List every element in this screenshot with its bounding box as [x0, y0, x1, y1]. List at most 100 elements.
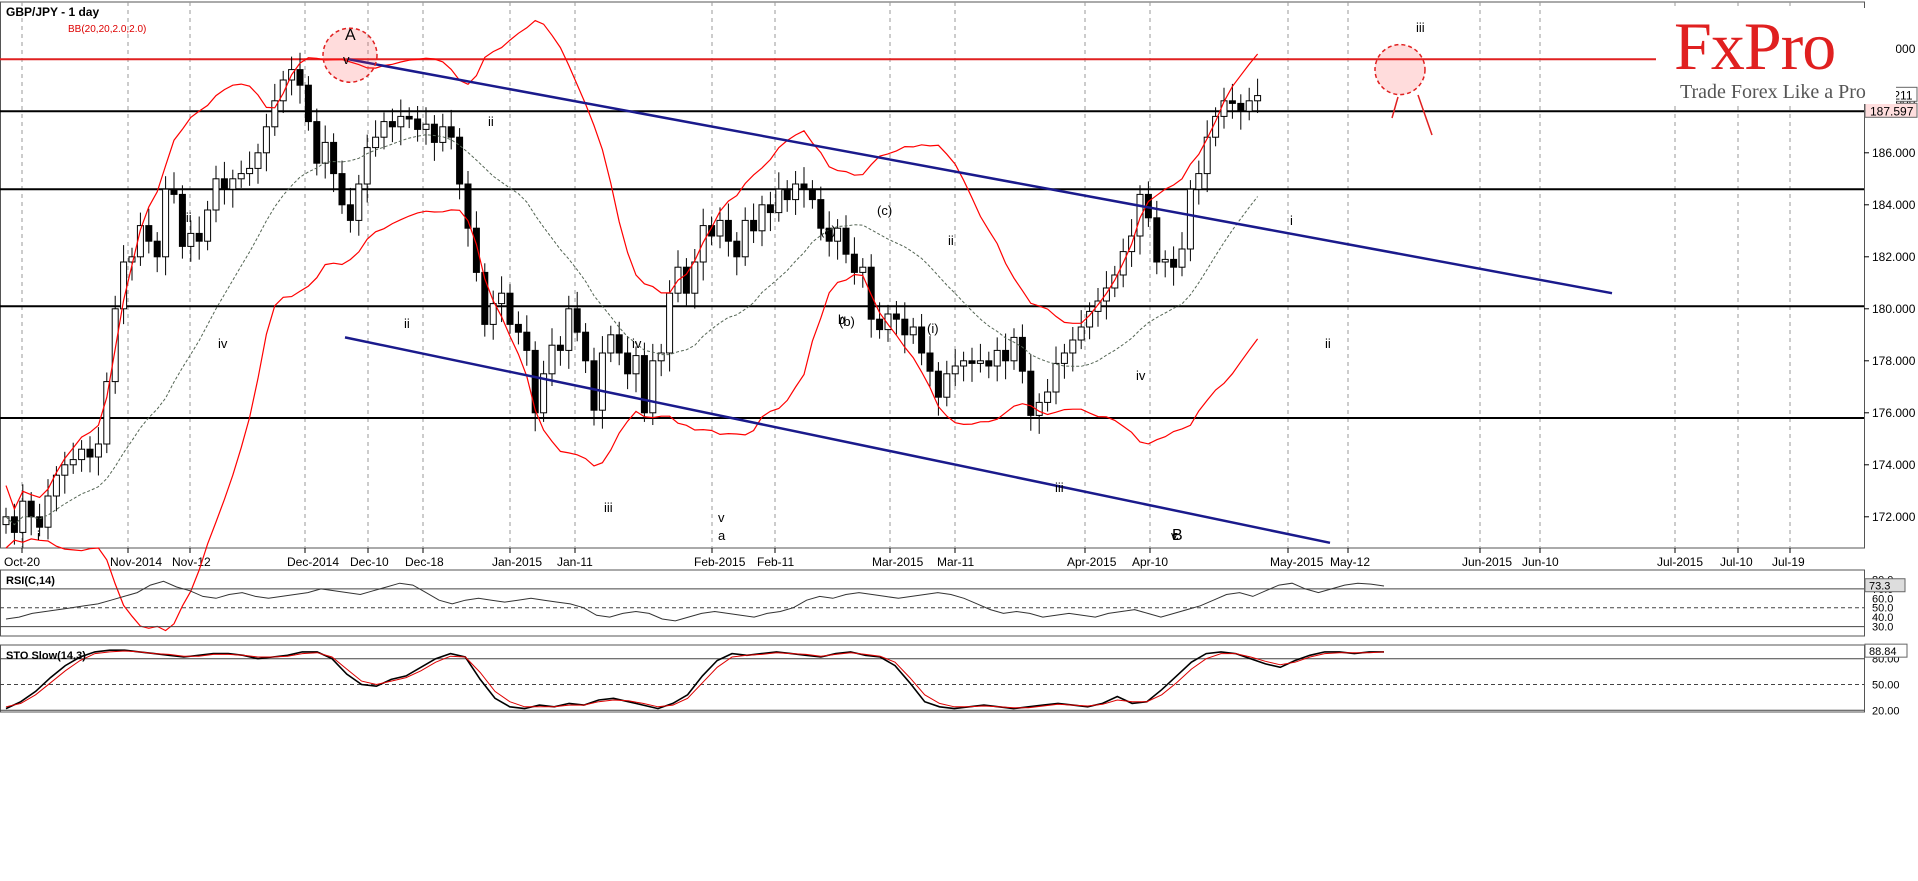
x-tick-label: Nov-12	[172, 555, 211, 569]
x-tick-label: Jul-10	[1720, 555, 1753, 569]
x-tick-label: Jun-10	[1522, 555, 1559, 569]
candle-down	[523, 331, 531, 351]
candle-down	[724, 219, 732, 242]
candle-down	[934, 370, 942, 398]
candle-down	[733, 240, 741, 258]
y-tick-label: 174.000	[1872, 458, 1916, 472]
candle-up	[2, 516, 10, 526]
candle-down	[1153, 217, 1161, 263]
rsi-current: 73.3	[1869, 581, 1890, 593]
x-tick-label: May-12	[1330, 555, 1370, 569]
candle-down	[590, 360, 598, 411]
chart-root: Oct-20 Nov-2014 Nov-12 Dec-2014 Dec-10 Dec-18…	[0, 0, 1918, 876]
candle-up	[1254, 95, 1262, 102]
wave-label: iii	[1416, 20, 1425, 35]
chart-title: GBP/JPY - 1 day	[6, 5, 99, 19]
candle-down	[304, 84, 312, 123]
wave-label: iv	[1136, 368, 1146, 383]
candle-down	[1228, 100, 1236, 104]
x-tick-label: Dec-10	[350, 555, 389, 569]
rsi-line	[5, 580, 1385, 622]
candle-up	[1077, 326, 1085, 341]
candle-down	[573, 308, 581, 333]
candle-up	[976, 360, 984, 364]
y-tick-label: 182.000	[1872, 250, 1916, 264]
candle-down	[624, 352, 632, 375]
indicator-label: BB(20,20,2.0,2.0)	[68, 24, 146, 35]
candle-down	[145, 225, 153, 242]
sto-tick-label: 50.00	[1872, 680, 1900, 692]
x-tick-label: Jan-2015	[492, 555, 542, 569]
candle-up	[691, 261, 699, 294]
price-label: 187.597	[1870, 104, 1914, 118]
candle-up	[94, 443, 102, 458]
candle-up	[380, 121, 388, 138]
candle-up	[943, 373, 951, 398]
candle-down	[472, 227, 480, 273]
x-tick-label: Jul-2015	[1657, 555, 1703, 569]
y-tick-label: 180.000	[1872, 302, 1916, 316]
candle-down	[615, 334, 623, 354]
x-tick-label: Apr-2015	[1067, 555, 1117, 569]
wave-label: iii	[183, 210, 192, 225]
candle-down	[414, 118, 422, 130]
x-tick-label: Oct-20	[4, 555, 40, 569]
candle-down	[783, 188, 791, 201]
candle-up	[103, 381, 111, 445]
wave-label: i	[1290, 213, 1293, 228]
sto-title: STO Slow(14,3)	[6, 650, 86, 662]
candle-up	[187, 232, 195, 247]
candle-up	[237, 173, 245, 180]
candle-down	[220, 178, 228, 190]
y-tick-label: 184.000	[1872, 198, 1916, 212]
x-tick-label: Jul-19	[1772, 555, 1805, 569]
candle-down	[388, 121, 396, 128]
candle-up	[1086, 310, 1094, 328]
candle-down	[27, 500, 35, 518]
candle-up	[993, 349, 1001, 367]
candle-up	[254, 152, 262, 169]
wave-label: iv	[218, 336, 228, 351]
x-tick-label: Dec-2014	[287, 555, 339, 569]
candle-up	[52, 474, 60, 497]
target-arrow-up	[1391, 96, 1399, 119]
target-arrow-down	[1417, 94, 1433, 136]
logo-tagline: Trade Forex Like a Pro	[1680, 81, 1866, 103]
rsi-title: RSI(C,14)	[6, 575, 55, 587]
candle-down	[296, 69, 304, 86]
candle-up	[1035, 401, 1043, 416]
candle-down	[876, 318, 884, 331]
x-tick-label: Mar-2015	[872, 555, 924, 569]
candle-down	[338, 173, 346, 206]
candle-up	[1069, 339, 1077, 354]
candle-up	[716, 219, 724, 237]
candle-up	[61, 464, 69, 476]
candle-down	[1170, 258, 1178, 268]
candle-up	[69, 459, 77, 466]
candle-down	[1237, 102, 1245, 112]
candle-up	[632, 355, 640, 375]
candle-up	[758, 204, 766, 232]
candle-down	[506, 292, 514, 325]
bollinger-upper	[5, 19, 1259, 511]
candle-down	[640, 355, 648, 414]
candle-up	[1245, 100, 1253, 112]
candle-down	[195, 232, 203, 242]
candle-down	[430, 123, 438, 143]
x-tick-label: Jan-11	[557, 555, 593, 569]
candle-up	[439, 126, 447, 143]
candle-up	[262, 126, 270, 154]
x-tick-label: Nov-2014	[110, 555, 162, 569]
logo-brand: FxPro	[1674, 8, 1836, 84]
candle-down	[867, 266, 875, 320]
candle-up	[649, 360, 657, 414]
candle-up	[1060, 352, 1068, 364]
fxpro-logo: FxPro Trade Forex Like a Pro	[1656, 8, 1896, 104]
candle-up	[598, 352, 606, 411]
candle-down	[330, 141, 338, 175]
y-tick-label: 172.000	[1872, 510, 1916, 524]
candle-up	[565, 308, 573, 351]
candle-down	[556, 344, 564, 351]
channel-upper	[347, 57, 1613, 295]
y-tick-label: 178.000	[1872, 354, 1916, 368]
